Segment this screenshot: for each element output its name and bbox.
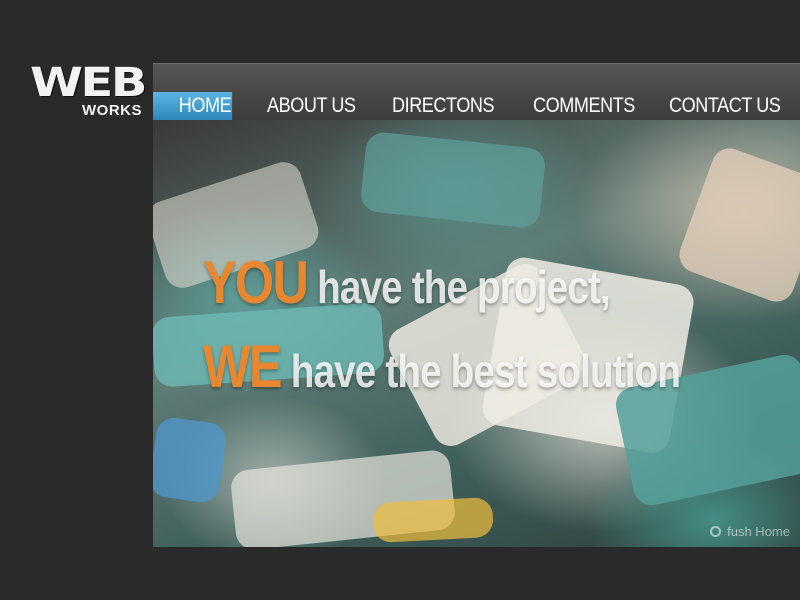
nav-item-about-us[interactable]: ABOUT US <box>267 92 356 120</box>
hero-accent-word: YOU <box>203 249 309 316</box>
nav-item-comments[interactable]: COMMENTS <box>533 92 635 120</box>
nav-item-label: COMMENTS <box>532 94 635 117</box>
logo-works-text: WORKS <box>82 102 142 119</box>
hero-headline-line-1: YOU have the project, <box>203 248 611 317</box>
photo-watermark: fush Home <box>710 524 790 539</box>
hero-line-text: have the project, <box>317 261 611 313</box>
hero-line-text: have the best solution <box>290 345 681 397</box>
nav-list: HOME ABOUT US DIRECTONS COMMENTS CONTACT… <box>153 92 799 120</box>
puzzle-piece-image <box>153 415 229 505</box>
nav-item-directons[interactable]: DIRECTONS <box>391 92 495 120</box>
nav-item-label: CONTACT US <box>669 94 781 117</box>
nav-item-label: HOME <box>178 94 232 117</box>
puzzle-piece-image <box>359 130 547 230</box>
logo-web-text: WEB <box>30 60 148 106</box>
watermark-circle-icon <box>710 526 722 537</box>
site-logo[interactable]: WEB WORKS <box>28 60 148 122</box>
watermark-text: fush Home <box>727 524 790 539</box>
nav-item-home[interactable]: HOME <box>153 92 233 120</box>
main-navigation-bar: HOME ABOUT US DIRECTONS COMMENTS CONTACT… <box>153 63 800 120</box>
hero-banner: YOU have the project, WE have the best s… <box>153 120 800 547</box>
puzzle-piece-image <box>674 143 800 307</box>
puzzle-piece-image <box>372 496 494 544</box>
nav-item-label: ABOUT US <box>267 94 356 117</box>
hero-headline-line-2: WE have the best solution <box>203 332 681 401</box>
hero-accent-word: WE <box>203 333 283 400</box>
nav-item-label: DIRECTONS <box>391 94 495 117</box>
nav-item-contact-us[interactable]: CONTACT US <box>669 92 781 120</box>
